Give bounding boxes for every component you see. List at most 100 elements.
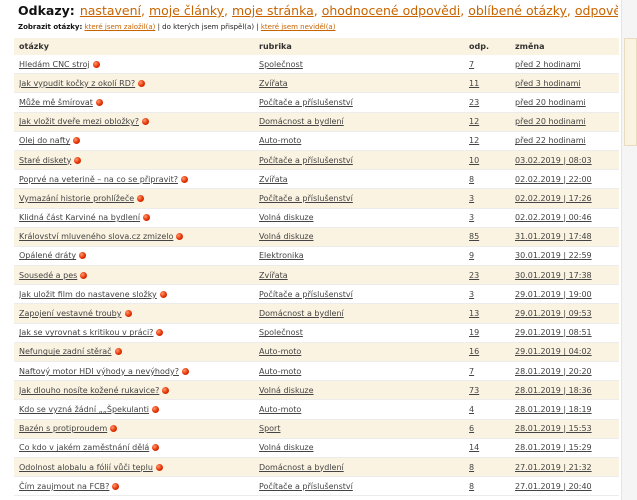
category-link[interactable]: Domácnost a bydlení — [259, 309, 344, 318]
answers-count-link[interactable]: 7 — [469, 367, 474, 376]
category-link[interactable]: Počítače a příslušenství — [259, 156, 353, 165]
question-link[interactable]: Čím zaujmout na FCB? — [19, 482, 109, 491]
question-link[interactable]: Může mě šmírovat — [19, 98, 93, 107]
answers-count-link[interactable]: 11 — [469, 79, 479, 88]
question-link[interactable]: Odolnost alobalu a fólií vůči teplu — [19, 463, 153, 472]
question-link[interactable]: Jak dlouho nosíte kožené rukavice? — [19, 386, 159, 395]
answers-count-link[interactable]: 8 — [469, 482, 474, 491]
change-time-link[interactable]: 28.01.2019 | 18:36 — [515, 386, 592, 395]
category-link[interactable]: Společnost — [259, 60, 303, 69]
question-link[interactable]: Sousedé a pes — [19, 271, 77, 280]
category-link[interactable]: Auto-moto — [259, 136, 301, 145]
category-link[interactable]: Zvířata — [259, 79, 288, 88]
change-time-link[interactable]: 29.01.2019 | 08:51 — [515, 328, 592, 337]
answers-count-link[interactable]: 12 — [469, 136, 479, 145]
question-link[interactable]: Hledám CNC stroj — [19, 60, 90, 69]
question-link[interactable]: Kdo se vyzná žádní „„Špekulanti — [19, 405, 149, 414]
change-time-link[interactable]: 29.01.2019 | 19:00 — [515, 290, 592, 299]
link-odpovedi-na-mail[interactable]: odpovědi na mail — [575, 3, 618, 18]
link-moje-stranka[interactable]: moje stránka — [232, 3, 314, 18]
answers-count-link[interactable]: 8 — [469, 463, 474, 472]
question-link[interactable]: Bazén s protiproudem — [19, 424, 107, 433]
change-time-link[interactable]: 28.01.2019 | 18:19 — [515, 405, 592, 414]
change-time-link[interactable]: 27.01.2019 | 20:40 — [515, 482, 592, 491]
change-time-link[interactable]: 31.01.2019 | 17:48 — [515, 232, 592, 241]
change-time-link[interactable]: 28.01.2019 | 15:29 — [515, 443, 592, 452]
category-link[interactable]: Domácnost a bydlení — [259, 463, 344, 472]
answers-count-link[interactable]: 19 — [469, 328, 479, 337]
category-link[interactable]: Auto-moto — [259, 367, 301, 376]
answers-count-link[interactable]: 4 — [469, 405, 474, 414]
question-link[interactable]: Olej do nafty — [19, 136, 70, 145]
answers-count-link[interactable]: 16 — [469, 347, 479, 356]
change-time-link[interactable]: 02.02.2019 | 22:00 — [515, 175, 592, 184]
answers-count-link[interactable]: 3 — [469, 213, 474, 222]
change-time-link[interactable]: 28.01.2019 | 20:20 — [515, 367, 592, 376]
filter-unseen-link[interactable]: které jsem neviděl(a) — [261, 23, 336, 31]
link-nastaveni[interactable]: nastavení — [80, 3, 141, 18]
category-link[interactable]: Počítače a příslušenství — [259, 290, 353, 299]
link-ohodnocene-odpovedi[interactable]: ohodnocené odpovědi — [322, 3, 461, 18]
link-moje-clanky[interactable]: moje články — [149, 3, 224, 18]
question-link[interactable]: Naftový motor HDI výhody a nevýhody? — [19, 367, 179, 376]
change-time-link[interactable]: před 2 hodinami — [515, 60, 581, 69]
category-link[interactable]: Sport — [259, 424, 280, 433]
answers-count-link[interactable]: 6 — [469, 424, 474, 433]
question-link[interactable]: Vymazání historie prohlížeče — [19, 194, 134, 203]
answers-count-link[interactable]: 12 — [469, 117, 479, 126]
change-time-link[interactable]: před 20 hodinami — [515, 117, 586, 126]
category-link[interactable]: Zvířata — [259, 271, 288, 280]
question-link[interactable]: Zapojení vestavné trouby — [19, 309, 122, 318]
category-link[interactable]: Společnost — [259, 328, 303, 337]
filter-created-link[interactable]: které jsem založil(a) — [85, 23, 156, 31]
answers-count-link[interactable]: 8 — [469, 175, 474, 184]
answers-count-link[interactable]: 13 — [469, 309, 479, 318]
category-link[interactable]: Elektronika — [259, 251, 304, 260]
change-time-link[interactable]: 29.01.2019 | 04:02 — [515, 347, 592, 356]
answers-count-link[interactable]: 3 — [469, 194, 474, 203]
answers-count-link[interactable]: 23 — [469, 271, 479, 280]
category-link[interactable]: Domácnost a bydlení — [259, 117, 344, 126]
question-link[interactable]: Jak se vyrovnat s kritikou v práci? — [19, 328, 153, 337]
question-link[interactable]: Jak vypudit kočky z okolí RD? — [19, 79, 135, 88]
category-link[interactable]: Volná diskuze — [259, 443, 314, 452]
question-link[interactable]: Jak uložit film do nastavene složky — [19, 290, 157, 299]
link-oblibene-otazky[interactable]: oblíbené otázky — [468, 3, 567, 18]
change-time-link[interactable]: 29.01.2019 | 09:53 — [515, 309, 592, 318]
answers-count-link[interactable]: 14 — [469, 443, 479, 452]
category-link[interactable]: Počítače a příslušenství — [259, 98, 353, 107]
question-link[interactable]: Jak vložit dveře mezi obložky? — [19, 117, 139, 126]
question-link[interactable]: Opálené dráty — [19, 251, 76, 260]
category-link[interactable]: Počítače a příslušenství — [259, 194, 353, 203]
change-time-link[interactable]: 27.01.2019 | 21:32 — [515, 463, 592, 472]
answers-count-link[interactable]: 85 — [469, 232, 479, 241]
change-time-link[interactable]: před 20 hodinami — [515, 98, 586, 107]
category-link[interactable]: Volná diskuze — [259, 213, 314, 222]
answers-count-link[interactable]: 73 — [469, 386, 479, 395]
answers-count-link[interactable]: 9 — [469, 251, 474, 260]
change-time-link[interactable]: před 3 hodinami — [515, 79, 581, 88]
change-time-link[interactable]: 30.01.2019 | 17:38 — [515, 271, 592, 280]
answers-count-link[interactable]: 7 — [469, 60, 474, 69]
change-time-link[interactable]: před 22 hodinami — [515, 136, 586, 145]
category-link[interactable]: Auto-moto — [259, 405, 301, 414]
category-link[interactable]: Zvířata — [259, 175, 288, 184]
category-link[interactable]: Počítače a příslušenství — [259, 482, 353, 491]
question-link[interactable]: Nefunguje zadní stěrač — [19, 347, 112, 356]
answers-count-link[interactable]: 10 — [469, 156, 479, 165]
answers-count-link[interactable]: 23 — [469, 98, 479, 107]
question-link[interactable]: Poprvé na veterině – na co se připravit? — [19, 175, 178, 184]
category-link[interactable]: Volná diskuze — [259, 386, 314, 395]
question-link[interactable]: Co kdo v jakém zaměstnání dělá — [19, 443, 149, 452]
question-link[interactable]: Staré diskety — [19, 156, 71, 165]
answers-count-link[interactable]: 3 — [469, 290, 474, 299]
change-time-link[interactable]: 03.02.2019 | 08:03 — [515, 156, 592, 165]
question-link[interactable]: Království mluveného slova.cz zmizelo — [19, 232, 173, 241]
question-link[interactable]: Klidná část Karviné na bydlení — [19, 213, 140, 222]
change-time-link[interactable]: 02.02.2019 | 17:26 — [515, 194, 592, 203]
change-time-link[interactable]: 02.02.2019 | 00:46 — [515, 213, 592, 222]
change-time-link[interactable]: 30.01.2019 | 22:59 — [515, 251, 592, 260]
category-link[interactable]: Auto-moto — [259, 347, 301, 356]
category-link[interactable]: Volná diskuze — [259, 232, 314, 241]
change-time-link[interactable]: 28.01.2019 | 15:53 — [515, 424, 592, 433]
